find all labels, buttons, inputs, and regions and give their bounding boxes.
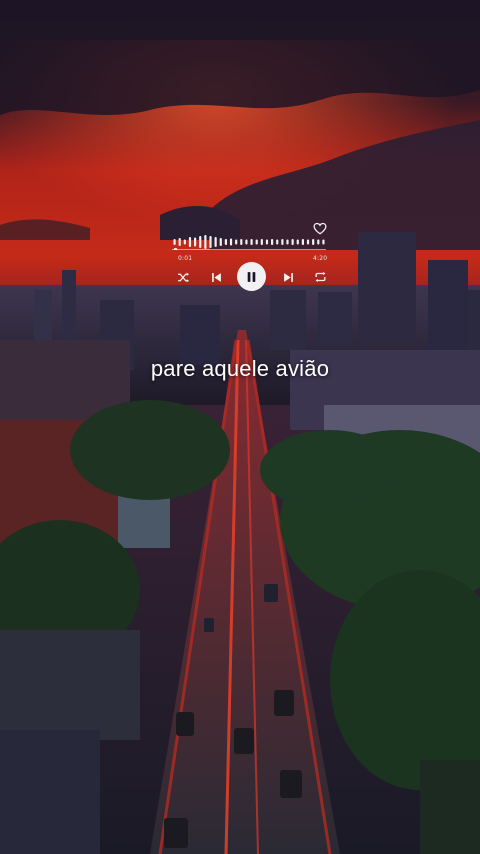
waveform-bar [188,237,192,247]
waveform-bar [317,239,320,245]
waveform-bar [194,237,197,247]
waveform-bar [255,239,258,245]
shuffle-button[interactable] [172,266,194,288]
waveform-bar [286,239,289,245]
repeat-button[interactable] [309,266,331,288]
progress-track [172,249,326,250]
waveform-bar [306,239,310,245]
repeat-icon [315,271,325,283]
waveform-bar [245,239,248,245]
progress-playhead[interactable] [173,247,178,250]
music-player-widget: 0:01 4:20 [0,0,480,300]
waveform-bar [250,239,253,245]
waveform-bar [291,239,294,245]
progress-waveform-slider[interactable] [172,234,326,250]
waveform-bar [260,239,263,245]
waveform-bar [301,239,304,245]
waveform-bar [214,237,217,247]
waveform-bar [312,239,315,245]
waveform-bar [178,238,181,246]
pause-icon [247,271,256,282]
skip-previous-icon [211,272,221,282]
waveform-bar [296,239,299,245]
waveform-bar [229,238,233,246]
elapsed-time: 0:01 [178,255,193,262]
waveform-bar [240,239,243,245]
lyric-caption: pare aquele avião [150,356,330,381]
waveform-bar [173,239,176,245]
shuffle-icon [177,272,189,282]
total-time: 4:20 [313,255,328,262]
waveform-bar [235,239,238,245]
waveform-bar [281,239,284,245]
waveform-bar [276,239,279,245]
skip-next-icon [283,272,293,282]
next-button[interactable] [277,266,299,288]
waveform-bar [204,235,207,249]
waveform-bar [209,236,212,248]
play-pause-button[interactable] [237,262,266,291]
waveform-bar [271,239,274,245]
like-button[interactable] [313,220,327,235]
waveform-bar [199,236,202,248]
waveform-bar [183,239,186,245]
waveform-bar [219,238,222,246]
waveform-bar [265,239,269,245]
waveform-bar [224,239,227,245]
waveform-bar [322,239,325,245]
previous-button[interactable] [205,266,227,288]
